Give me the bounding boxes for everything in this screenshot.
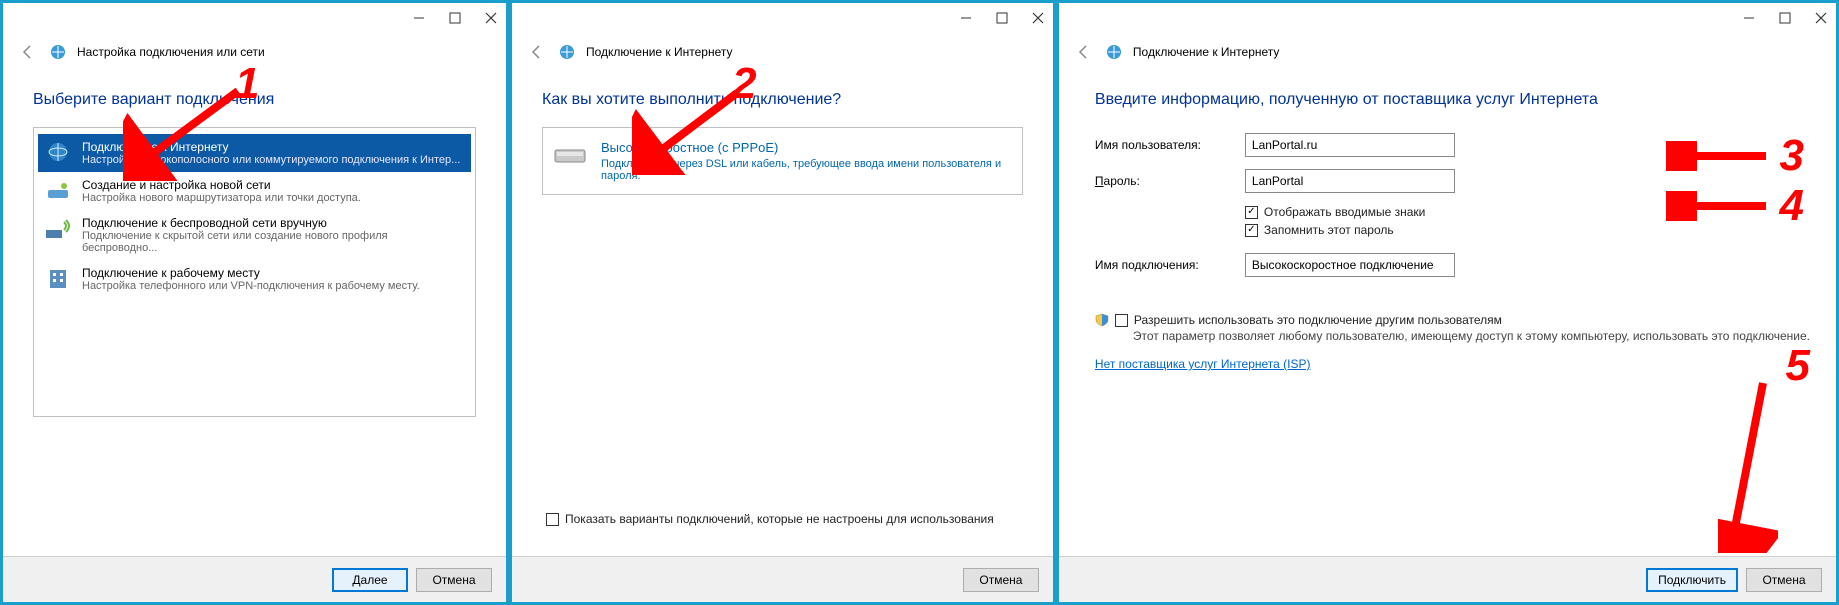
connection-name-label: Имя подключения:: [1095, 258, 1235, 272]
option-internet-connection[interactable]: Подключение к Интернету Настройка широко…: [38, 134, 471, 172]
allow-others-checkbox[interactable]: Разрешить использовать это подключение д…: [1115, 313, 1502, 327]
header-row: Подключение к Интернету: [512, 33, 1053, 67]
close-button[interactable]: [484, 11, 498, 25]
checkbox-label: Показать варианты подключений, которые н…: [565, 512, 994, 526]
option-pppoe[interactable]: Высокоскоростное (с PPPoE) Подключение ч…: [542, 127, 1023, 195]
page-heading: Введите информацию, полученную от постав…: [1095, 91, 1810, 109]
titlebar: [1059, 3, 1836, 33]
option-desc: Настройка нового маршрутизатора или точк…: [82, 192, 361, 204]
close-button[interactable]: [1031, 11, 1045, 25]
password-label: Пароль:: [1095, 174, 1235, 188]
remember-password-checkbox[interactable]: ✓ Запомнить этот пароль: [1245, 223, 1394, 237]
checkbox-label: Разрешить использовать это подключение д…: [1134, 313, 1502, 327]
option-desc: Подключение к скрытой сети или создание …: [82, 230, 465, 254]
network-icon: [49, 43, 67, 61]
wizard-step-3: Подключение к Интернету Введите информац…: [1056, 0, 1839, 605]
option-wireless-manual[interactable]: Подключение к беспроводной сети вручную …: [38, 210, 471, 260]
connection-options-list: Подключение к Интернету Настройка широко…: [33, 127, 476, 417]
option-title: Подключение к беспроводной сети вручную: [82, 216, 465, 230]
header-title: Подключение к Интернету: [1133, 45, 1280, 59]
option-workplace[interactable]: Подключение к рабочему месту Настройка т…: [38, 260, 471, 298]
connection-name-input[interactable]: [1245, 253, 1455, 277]
titlebar: [3, 3, 506, 33]
no-isp-link[interactable]: Нет поставщика услуг Интернета (ISP): [1095, 357, 1810, 371]
checkbox-checked-icon: ✓: [1245, 224, 1258, 237]
back-button[interactable]: [17, 41, 39, 63]
checkbox-icon: [546, 513, 559, 526]
option-desc: Настройка телефонного или VPN-подключени…: [82, 280, 420, 292]
cancel-button[interactable]: Отмена: [963, 568, 1039, 592]
annotation-number-5: 5: [1786, 341, 1810, 391]
cancel-button[interactable]: Отмена: [1746, 568, 1822, 592]
maximize-button[interactable]: [1778, 11, 1792, 25]
minimize-button[interactable]: [1742, 11, 1756, 25]
minimize-button[interactable]: [412, 11, 426, 25]
checkbox-label: Запомнить этот пароль: [1264, 223, 1394, 237]
globe-icon: [44, 140, 72, 164]
titlebar: [512, 3, 1053, 33]
router-icon: [44, 178, 72, 202]
close-button[interactable]: [1814, 11, 1828, 25]
maximize-button[interactable]: [995, 11, 1009, 25]
footer: Подключить Отмена: [1059, 556, 1836, 602]
annotation-number-3: 3: [1780, 131, 1804, 181]
annotation-arrow-4: [1666, 191, 1776, 221]
header-title: Настройка подключения или сети: [77, 45, 265, 59]
wifi-icon: [44, 216, 72, 240]
wizard-step-1: Настройка подключения или сети Выберите …: [0, 0, 509, 605]
option-title: Подключение к рабочему месту: [82, 266, 420, 280]
username-label: Имя пользователя:: [1095, 138, 1235, 152]
connect-button[interactable]: Подключить: [1646, 568, 1738, 592]
annotation-arrow-3: [1666, 141, 1776, 171]
wizard-step-2: Подключение к Интернету Как вы хотите вы…: [509, 0, 1056, 605]
footer: Отмена: [512, 556, 1053, 602]
header-title: Подключение к Интернету: [586, 45, 733, 59]
header-row: Подключение к Интернету: [1059, 33, 1836, 67]
next-button[interactable]: Далее: [332, 568, 408, 592]
option-new-network[interactable]: Создание и настройка новой сети Настройк…: [38, 172, 471, 210]
checkbox-label: Отображать вводимые знаки: [1264, 205, 1425, 219]
allow-others-hint: Этот параметр позволяет любому пользоват…: [1133, 329, 1810, 343]
maximize-button[interactable]: [448, 11, 462, 25]
annotation-number-1: 1: [235, 59, 259, 109]
page-heading: Как вы хотите выполнить подключение?: [542, 91, 1023, 109]
cancel-button[interactable]: Отмена: [416, 568, 492, 592]
annotation-number-4: 4: [1780, 181, 1804, 231]
checkbox-icon: [1115, 314, 1128, 327]
annotation-arrow-5: [1718, 373, 1778, 553]
annotation-number-2: 2: [732, 59, 756, 109]
annotation-arrow-1: [123, 81, 253, 181]
checkbox-checked-icon: ✓: [1245, 206, 1258, 219]
network-icon: [1105, 43, 1123, 61]
back-button[interactable]: [1073, 41, 1095, 63]
minimize-button[interactable]: [959, 11, 973, 25]
username-input[interactable]: [1245, 133, 1455, 157]
show-unconfigured-checkbox[interactable]: Показать варианты подключений, которые н…: [546, 512, 1023, 526]
network-icon: [558, 43, 576, 61]
building-icon: [44, 266, 72, 290]
show-characters-checkbox[interactable]: ✓ Отображать вводимые знаки: [1245, 205, 1425, 219]
footer: Далее Отмена: [3, 556, 506, 602]
modem-icon: [553, 140, 589, 166]
shield-icon: [1095, 313, 1109, 327]
password-input[interactable]: [1245, 169, 1455, 193]
back-button[interactable]: [526, 41, 548, 63]
